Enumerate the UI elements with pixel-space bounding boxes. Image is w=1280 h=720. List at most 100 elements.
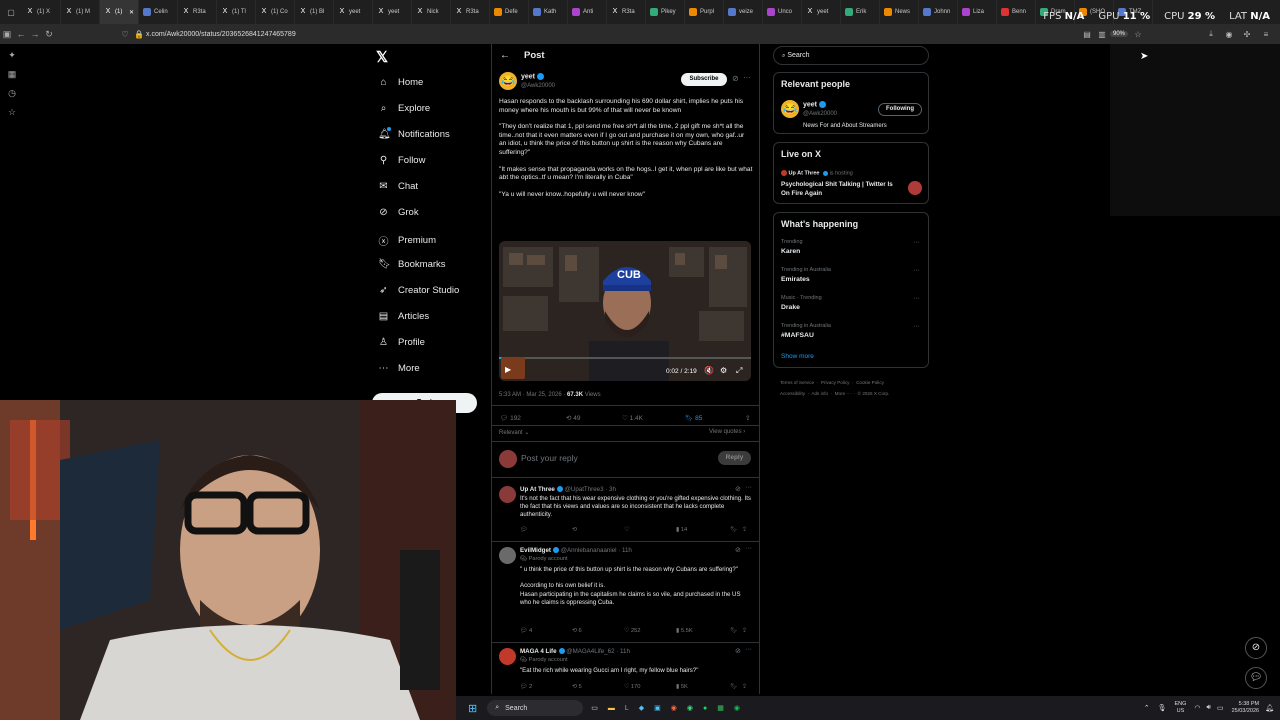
current-user-avatar[interactable]: [499, 450, 517, 468]
nav-item-chat[interactable]: ✉ Chat: [378, 181, 418, 192]
browser-tab[interactable]: Xyeet: [373, 0, 412, 24]
history-icon[interactable]: ◷: [8, 88, 16, 99]
reply-handle[interactable]: @UpatThree3 · 3h: [565, 486, 616, 493]
collections-icon[interactable]: ▦: [8, 69, 17, 80]
person-avatar[interactable]: 😂: [781, 100, 799, 118]
bookmark-icon[interactable]: 🔖︎: [730, 628, 742, 634]
browser-tab[interactable]: X (1) ✕: [100, 0, 139, 24]
store-icon[interactable]: ◆: [639, 704, 644, 712]
browser-tab[interactable]: Defe: [490, 0, 529, 24]
reply-avatar[interactable]: [499, 486, 516, 503]
video-player[interactable]: CUB ▶ 0:02 / 2:19 🔇 ⚙ ⤢: [499, 241, 751, 381]
reply-author[interactable]: Up At Three: [520, 486, 555, 493]
grok-explain-icon[interactable]: ⊘: [732, 74, 739, 83]
file-explorer-icon[interactable]: ▬: [608, 705, 615, 712]
more-options-icon[interactable]: ···: [913, 239, 920, 246]
bookmark-icon[interactable]: 🔖︎: [730, 684, 742, 690]
views-action[interactable]: ▮ 5.5K: [676, 628, 730, 634]
author-avatar[interactable]: 😂: [499, 72, 517, 90]
reply-action[interactable]: 💬︎ 2: [520, 684, 572, 690]
nav-item-creator-studio[interactable]: ➶ Creator Studio: [378, 285, 459, 296]
author-name[interactable]: yeet: [521, 73, 535, 80]
like-action[interactable]: ♡ 170: [624, 684, 676, 690]
sidebar-toggle-icon[interactable]: ▣: [0, 29, 14, 40]
footer-link[interactable]: More ···: [835, 391, 851, 396]
person-handle[interactable]: @Awk20000: [803, 111, 837, 117]
browser-tab[interactable]: Erik: [841, 0, 880, 24]
browser-tab[interactable]: Xyeet: [802, 0, 841, 24]
nav-item-more[interactable]: ⋯ More: [378, 363, 420, 374]
nav-item-premium[interactable]: ⓧ Premium: [378, 233, 437, 248]
menu-icon[interactable]: ≡: [1259, 30, 1273, 39]
views-action[interactable]: ▮ 14: [676, 527, 730, 533]
more-options-icon[interactable]: ···: [745, 646, 752, 653]
nav-item-profile[interactable]: ♙ Profile: [378, 337, 425, 348]
trend-item[interactable]: Trending in Australia #MAFSAU ···: [774, 323, 928, 347]
browser-tab[interactable]: X R3ta: [451, 0, 490, 24]
battery-icon[interactable]: ▭: [1217, 704, 1224, 712]
nav-item-articles[interactable]: ▤ Articles: [378, 311, 429, 322]
browser-tab[interactable]: Celin: [139, 0, 178, 24]
show-more-link[interactable]: Show more: [781, 353, 814, 360]
task-view-icon[interactable]: ▭: [591, 704, 598, 712]
more-options-icon[interactable]: ···: [745, 484, 752, 491]
forward-icon[interactable]: →: [28, 29, 42, 39]
clock[interactable]: 5:38 PM 25/03/2026: [1232, 701, 1260, 715]
star-icon[interactable]: ☆: [1131, 30, 1145, 39]
footer-link[interactable]: Terms of Service: [780, 380, 814, 385]
nav-item-bookmarks[interactable]: 🔖︎ Bookmarks: [378, 259, 446, 270]
browser-tab[interactable]: Kath: [529, 0, 568, 24]
reply-author[interactable]: MAGA 4 Life: [520, 648, 557, 655]
reply-avatar[interactable]: [499, 648, 516, 665]
app-icon[interactable]: L: [625, 705, 629, 712]
browser-tab[interactable]: X (1) M: [61, 0, 100, 24]
edge-icon[interactable]: ◉: [687, 704, 693, 712]
person-name-row[interactable]: yeet: [803, 101, 827, 108]
browser-tab[interactable]: Unco: [763, 0, 802, 24]
close-tab-icon[interactable]: ✕: [129, 9, 134, 16]
footer-link[interactable]: Cookie Policy: [856, 380, 884, 385]
view-quotes-link[interactable]: View quotes ›: [709, 429, 745, 435]
browser-tab[interactable]: News: [880, 0, 919, 24]
spotify-icon[interactable]: ◉: [734, 704, 740, 712]
post-timestamp[interactable]: 5:33 AM · Mar 25, 2026 ·: [499, 392, 567, 398]
volume-icon[interactable]: 🔊︎: [1207, 704, 1211, 712]
windows-start-icon[interactable]: ⊞: [468, 702, 477, 715]
browser-tab[interactable]: Anti: [568, 0, 607, 24]
reply-button[interactable]: Reply: [718, 451, 751, 465]
download-icon[interactable]: ⤓: [1204, 29, 1218, 39]
lock-icon[interactable]: 🔒: [132, 30, 146, 39]
browser-tab[interactable]: X (1) Tl: [217, 0, 256, 24]
browser-tab[interactable]: Pikey: [646, 0, 685, 24]
taskbar-search[interactable]: ⌕ Search: [487, 700, 584, 716]
reply-input[interactable]: Post your reply: [521, 453, 578, 463]
trend-item[interactable]: Trending Karen ···: [774, 239, 928, 263]
trend-item[interactable]: Music · Trending Drake ···: [774, 295, 928, 319]
app-icon-green[interactable]: ▦: [717, 704, 724, 712]
footer-link[interactable]: Ads info: [811, 391, 828, 396]
browser-tab[interactable]: X R3ta: [178, 0, 217, 24]
grok-explain-icon[interactable]: ⊘: [735, 647, 741, 655]
extension-icon[interactable]: ▤: [1080, 30, 1094, 39]
search-input[interactable]: ⌕ Search: [773, 46, 929, 65]
x-logo-icon[interactable]: 𝕏: [376, 48, 388, 66]
share-icon[interactable]: ⇪: [742, 527, 747, 533]
views-action[interactable]: ▮ 5K: [676, 684, 730, 690]
reply-action[interactable]: 💬︎: [520, 527, 572, 533]
browser-tab[interactable]: Benn: [997, 0, 1036, 24]
following-button[interactable]: Following: [878, 103, 922, 116]
grok-explain-icon[interactable]: ⊘: [735, 546, 741, 554]
more-options-icon[interactable]: ···: [913, 323, 920, 330]
url-field[interactable]: x.com/Awk20000/status/203652684124746578…: [146, 31, 296, 38]
fullscreen-icon[interactable]: ⤢: [736, 366, 742, 376]
notification-icon[interactable]: 🔔︎: [1265, 704, 1274, 712]
bookmark-action[interactable]: 🔖︎ 85: [685, 414, 745, 422]
terminal-icon[interactable]: ▣: [654, 704, 661, 712]
zoom-badge[interactable]: 90%: [1110, 31, 1129, 37]
nav-item-home[interactable]: ⌂ Home: [378, 77, 423, 88]
trend-item[interactable]: Trending in Australia Emirates ···: [774, 267, 928, 291]
footer-link[interactable]: Accessibility: [780, 391, 805, 396]
browser-tab[interactable]: X (1) Bl: [295, 0, 334, 24]
author-name-row[interactable]: yeet: [521, 73, 545, 80]
repost-action[interactable]: ⟲: [572, 527, 624, 533]
